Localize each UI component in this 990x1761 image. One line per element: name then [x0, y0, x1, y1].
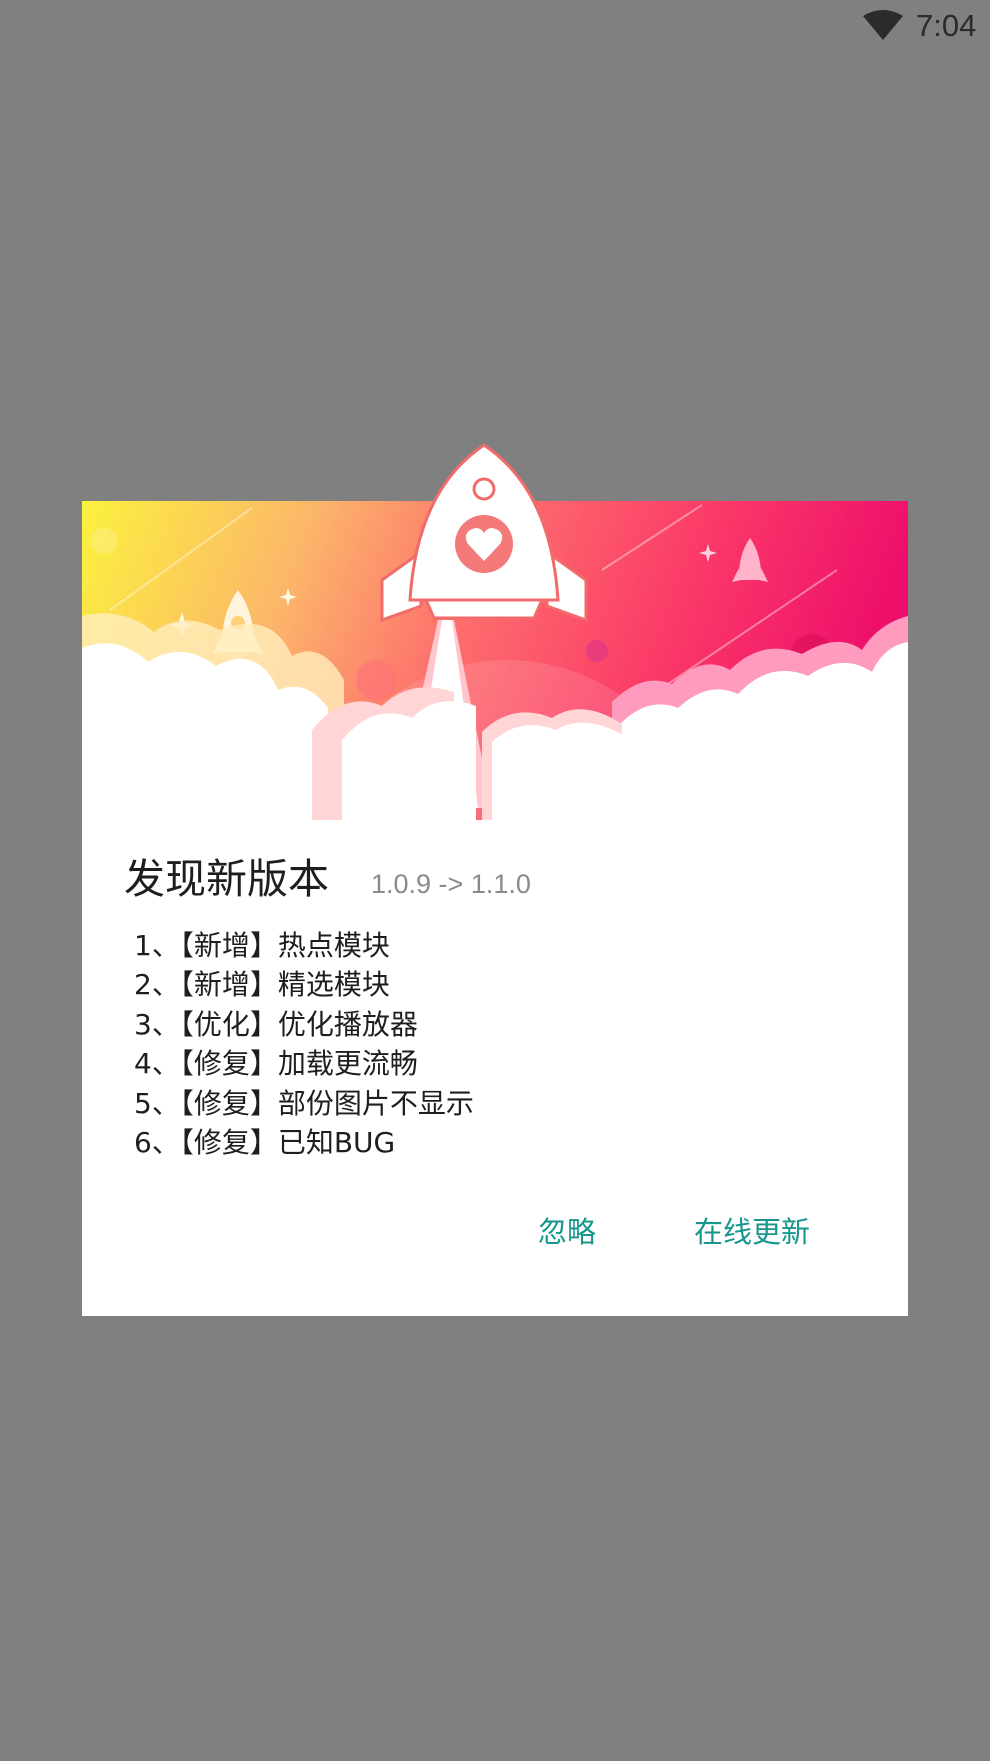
- changelog-item: 3、【优化】优化播放器: [134, 1007, 418, 1041]
- changelog-item: 6、【修复】已知BUG: [134, 1126, 396, 1160]
- changelog-item: 1、【新增】热点模块: [134, 929, 390, 962]
- wifi-icon: [863, 10, 903, 40]
- update-online-button[interactable]: 在线更新: [694, 1212, 810, 1252]
- changelog-list: 1、【新增】热点模块 2、【新增】精选模块 3、【优化】优化播放器 4、【修复】…: [134, 926, 474, 1162]
- status-bar: 7:04: [0, 0, 990, 52]
- status-clock: 7:04: [916, 8, 977, 43]
- changelog-item: 4、【修复】加载更流畅: [134, 1047, 418, 1081]
- dialog-title: 发现新版本: [124, 855, 329, 903]
- rocket-header-illustration: [82, 443, 908, 820]
- ignore-button[interactable]: 忽略: [538, 1212, 596, 1252]
- changelog-item: 5、【修复】部份图片不显示: [134, 1086, 474, 1120]
- version-label: 1.0.9 -> 1.1.0: [371, 869, 531, 899]
- changelog-item: 2、【新增】精选模块: [134, 968, 390, 1002]
